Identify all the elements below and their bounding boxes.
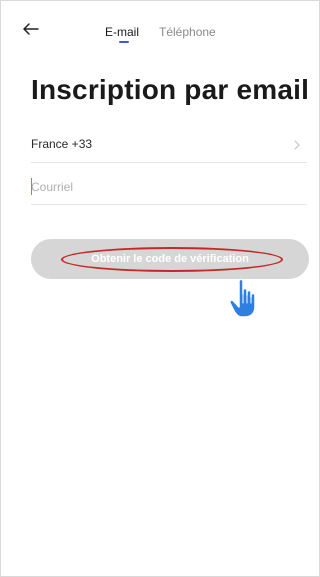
- email-input[interactable]: [31, 177, 271, 197]
- get-verification-code-label: Obtenir le code de vérification: [91, 253, 249, 265]
- arrow-left-icon[interactable]: [21, 19, 41, 39]
- get-verification-code-button[interactable]: Obtenir le code de vérification: [31, 239, 309, 279]
- chevron-right-icon: [294, 140, 300, 150]
- country-code-value: France +33: [31, 137, 93, 151]
- tab-telephone[interactable]: Téléphone: [159, 25, 216, 39]
- signup-screen: E-mail Téléphone Inscription par email F…: [0, 0, 320, 577]
- hand-pointer-icon: [229, 278, 256, 318]
- top-bar: E-mail Téléphone: [1, 1, 320, 45]
- text-cursor: [31, 178, 32, 195]
- email-row: [31, 171, 307, 205]
- tab-email[interactable]: E-mail: [105, 25, 139, 39]
- page-title: Inscription par email: [31, 74, 310, 105]
- country-selector[interactable]: France +33: [31, 129, 307, 163]
- active-tab-indicator: [119, 41, 129, 43]
